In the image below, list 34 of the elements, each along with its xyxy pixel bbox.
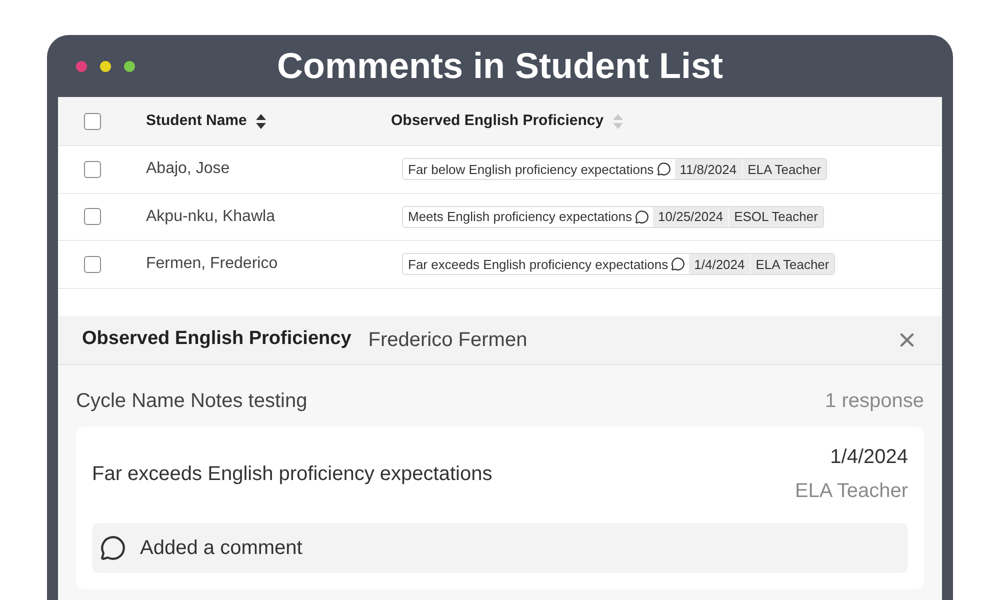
checkbox[interactable]	[84, 160, 101, 178]
column-header[interactable]: Observed English Proficiency	[391, 110, 623, 132]
response-date: 1/4/2024	[830, 444, 908, 468]
checkbox[interactable]	[84, 112, 101, 130]
comment-icon	[656, 162, 671, 176]
comment-icon	[100, 534, 126, 560]
response-chip[interactable]: Far below English proficiency expectations 11/8/2024 ELA Teacher	[402, 158, 828, 180]
student-name: Frederico Fermen	[368, 328, 528, 352]
response-date: 10/25/2024	[653, 206, 728, 227]
response-date: 11/8/2024	[674, 159, 742, 180]
response-author: ELA Teacher	[794, 478, 908, 502]
response-chip[interactable]: Far exceeds English proficiency expectations 1/4/2024 ELA Teacher	[402, 253, 836, 276]
response-text: Far exceeds English proficiency expectations	[92, 462, 492, 486]
response-author: ELA Teacher	[750, 254, 834, 274]
response-chip[interactable]: Meets English proficiency expectations 10/25/2024 ESOL Teacher	[402, 206, 824, 228]
response-author: ELA Teacher	[742, 159, 826, 180]
response-date: 1/4/2024	[689, 254, 750, 274]
student-name: Akpu-nku, Khawla	[146, 206, 276, 227]
response-text: Far below English proficiency expectations	[408, 160, 654, 179]
response-text: Far exceeds English proficiency expectations	[408, 256, 668, 274]
checkbox[interactable]	[84, 208, 101, 226]
comment-icon	[671, 257, 686, 272]
checkbox[interactable]	[84, 256, 101, 273]
panel-title: Observed English Proficiency	[82, 327, 352, 352]
response-count: 1 response	[825, 388, 924, 414]
window-title: Comments in Student List	[276, 48, 723, 84]
student-name: Abajo, Jose	[146, 159, 231, 180]
column-header[interactable]: Student Name	[146, 110, 266, 132]
response-text: Meets English proficiency expectations	[408, 208, 632, 226]
response-author: ESOL Teacher	[728, 206, 823, 227]
comment-text: Added a comment	[140, 536, 302, 560]
cycle-name: Cycle Name Notes testing	[76, 388, 308, 414]
comment-icon	[635, 210, 650, 224]
student-name: Fermen, Frederico	[146, 254, 279, 274]
